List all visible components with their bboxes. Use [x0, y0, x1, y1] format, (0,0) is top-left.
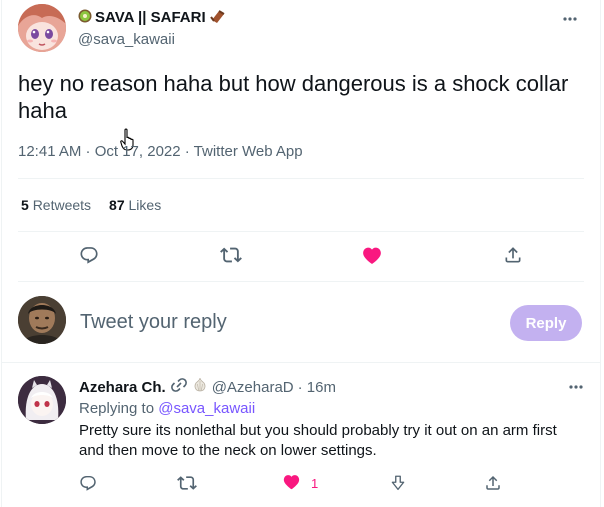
reply-icon[interactable]	[79, 472, 97, 494]
like-count: 1	[311, 475, 319, 491]
retweet-icon[interactable]	[177, 472, 197, 494]
avatar-image	[18, 376, 66, 424]
likes-label: Likes	[128, 197, 162, 213]
divider	[1, 362, 601, 363]
more-icon[interactable]	[566, 380, 586, 394]
share-icon[interactable]	[484, 472, 502, 494]
reply-display-name[interactable]: Azehara Ch.	[79, 379, 166, 396]
reply-icon[interactable]	[74, 240, 104, 270]
link-icon	[170, 377, 188, 397]
replying-to: Replying to @sava_kawaii	[79, 400, 255, 417]
tweet-stats: 5 Retweets 87 Likes	[21, 197, 161, 213]
reply-time[interactable]: · 16m	[298, 379, 336, 396]
mention-link[interactable]: @sava_kawaii	[158, 400, 255, 417]
retweets-label: Retweets	[32, 197, 92, 213]
share-icon[interactable]	[498, 240, 528, 270]
tweet-actions	[18, 240, 584, 270]
retweet-icon[interactable]	[216, 240, 246, 270]
heart-filled-icon[interactable]	[357, 240, 387, 270]
avatar[interactable]	[18, 4, 66, 52]
tweet-header: SAVA || SAFARI @sava_kawaii	[18, 4, 588, 56]
divider	[18, 281, 584, 282]
tweet-timestamp[interactable]: 12:41 AM · Oct 17, 2022 · Twitter Web Ap…	[18, 143, 303, 160]
display-name[interactable]: SAVA || SAFARI	[95, 9, 206, 26]
user-handle[interactable]: @sava_kawaii	[78, 31, 175, 48]
reply-header: Azehara Ch. @AzeharaD · 16m	[79, 377, 336, 397]
divider	[18, 231, 584, 232]
downvote-icon[interactable]	[389, 472, 407, 494]
avatar[interactable]	[18, 296, 66, 344]
reply-input[interactable]: Tweet your reply	[80, 311, 227, 334]
more-icon[interactable]	[560, 11, 580, 27]
likes-stat[interactable]: 87 Likes	[109, 197, 161, 213]
tweet-text: hey no reason haha but how dangerous is …	[18, 71, 569, 123]
display-name-row[interactable]: SAVA || SAFARI	[78, 8, 227, 27]
likes-count: 87	[109, 197, 125, 213]
kiwi-icon	[78, 9, 92, 26]
retweets-stat[interactable]: 5 Retweets	[21, 197, 91, 213]
reply-handle[interactable]: @AzeharaD	[212, 379, 294, 396]
reply-button[interactable]: Reply	[510, 305, 582, 341]
retweets-count: 5	[21, 197, 29, 213]
replying-prefix: Replying to	[79, 400, 159, 417]
heart-filled-icon	[282, 472, 301, 494]
drum-icon	[209, 8, 227, 27]
reply-actions: 1	[79, 472, 509, 494]
avatar-image	[18, 4, 66, 52]
reply-text: Pretty sure its nonlethal but you should…	[79, 422, 557, 459]
divider	[18, 178, 584, 179]
like-action[interactable]: 1	[282, 472, 318, 494]
avatar-image	[18, 296, 66, 344]
avatar[interactable]	[18, 376, 66, 424]
garlic-icon	[192, 377, 208, 397]
